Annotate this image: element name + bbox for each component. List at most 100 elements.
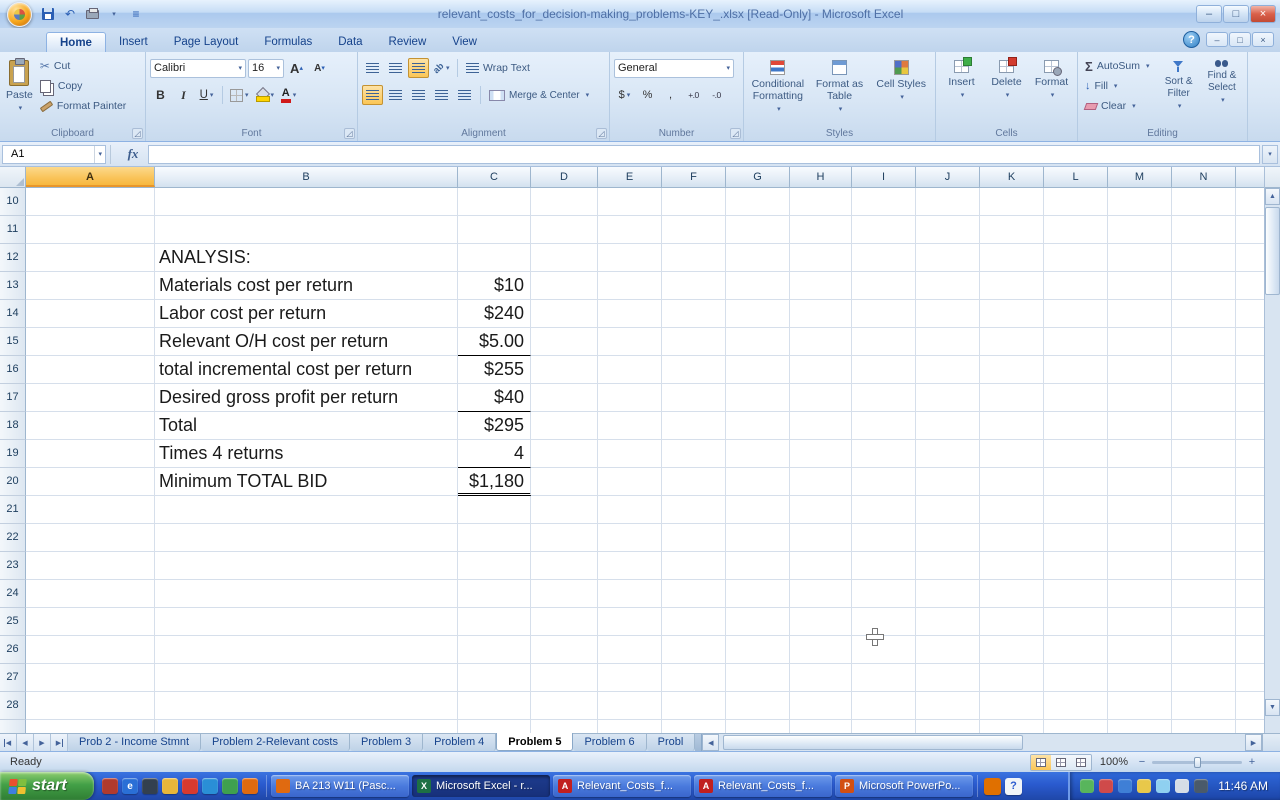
cell-L[interactable] [1044,720,1108,733]
cell-K10[interactable] [980,188,1044,216]
cell-I23[interactable] [852,552,916,580]
cell-J12[interactable] [916,244,980,272]
cell-A26[interactable] [26,636,155,664]
cell-D20[interactable] [531,468,598,496]
fill-button[interactable]: ↓Fill▾ [1082,76,1157,96]
row-header-25[interactable]: 25 [0,608,26,636]
restore-button[interactable]: □ [1223,5,1249,23]
cell-C10[interactable] [458,188,531,216]
ribbon-tab-page-layout[interactable]: Page Layout [161,32,252,52]
cell-A11[interactable] [26,216,155,244]
cell-M14[interactable] [1108,300,1172,328]
vertical-scroll-track[interactable] [1265,205,1280,699]
cell-M17[interactable] [1108,384,1172,412]
cell-B[interactable] [155,720,458,733]
increase-decimal-button[interactable]: +.0 [683,85,704,105]
cell-N24[interactable] [1172,580,1236,608]
cell-G26[interactable] [726,636,790,664]
number-format-select[interactable]: General▾ [614,59,734,78]
page-layout-view-button[interactable] [1051,755,1071,770]
cell-E23[interactable] [598,552,662,580]
cell-F18[interactable] [662,412,726,440]
clipboard-dialog-launcher[interactable]: ◿ [132,128,143,139]
qat-menu-button[interactable]: ≡ [127,5,145,23]
cell-E17[interactable] [598,384,662,412]
alignment-dialog-launcher[interactable]: ◿ [596,128,607,139]
cell-K12[interactable] [980,244,1044,272]
accounting-format-button[interactable]: $▾ [614,85,635,105]
cell-F23[interactable] [662,552,726,580]
cell-D27[interactable] [531,664,598,692]
cell-A12[interactable] [26,244,155,272]
cell-D28[interactable] [531,692,598,720]
cell-B14[interactable]: Labor cost per return [155,300,458,328]
column-header-N[interactable]: N [1172,167,1236,187]
cell-G28[interactable] [726,692,790,720]
cell-I18[interactable] [852,412,916,440]
decrease-indent-button[interactable] [431,85,452,105]
cell-L17[interactable] [1044,384,1108,412]
cell-M28[interactable] [1108,692,1172,720]
top-align-button[interactable] [362,58,383,78]
quick-launch-icon-6[interactable] [202,778,218,794]
cell-L14[interactable] [1044,300,1108,328]
cell-F20[interactable] [662,468,726,496]
zoom-out-button[interactable]: − [1136,756,1148,768]
number-dialog-launcher[interactable]: ◿ [730,128,741,139]
quick-launch-icon-1[interactable] [102,778,118,794]
column-header-I[interactable]: I [852,167,916,187]
grow-font-button[interactable]: A▴ [286,58,307,78]
cell-E25[interactable] [598,608,662,636]
column-header-K[interactable]: K [980,167,1044,187]
cell-F26[interactable] [662,636,726,664]
cell-G15[interactable] [726,328,790,356]
cell-C26[interactable] [458,636,531,664]
cell-G27[interactable] [726,664,790,692]
cell-C20[interactable]: $1,180 [458,468,531,496]
cell-B18[interactable]: Total [155,412,458,440]
cell-D[interactable] [531,720,598,733]
tray-icon-4[interactable] [1137,779,1151,793]
cell-D10[interactable] [531,188,598,216]
zoom-slider-track[interactable] [1152,761,1242,764]
cell-G25[interactable] [726,608,790,636]
cell-L27[interactable] [1044,664,1108,692]
cell-M16[interactable] [1108,356,1172,384]
cell-A27[interactable] [26,664,155,692]
tray-icon-6[interactable] [1175,779,1189,793]
cell-H[interactable] [790,720,852,733]
cell-H24[interactable] [790,580,852,608]
cell-K23[interactable] [980,552,1044,580]
cell-A23[interactable] [26,552,155,580]
cell-F15[interactable] [662,328,726,356]
cell-C27[interactable] [458,664,531,692]
cell-H22[interactable] [790,524,852,552]
font-dialog-launcher[interactable]: ◿ [344,128,355,139]
scroll-left-button[interactable]: ◀ [702,734,719,751]
cell-G11[interactable] [726,216,790,244]
tray-icon-2[interactable] [1099,779,1113,793]
cut-button[interactable]: ✂Cut [37,56,129,76]
cell-C17[interactable]: $40 [458,384,531,412]
cell-L11[interactable] [1044,216,1108,244]
close-button[interactable]: × [1250,5,1276,23]
cell-I14[interactable] [852,300,916,328]
cell-F16[interactable] [662,356,726,384]
cell-I24[interactable] [852,580,916,608]
cell-K17[interactable] [980,384,1044,412]
cell-L25[interactable] [1044,608,1108,636]
cell-I27[interactable] [852,664,916,692]
row-header-28[interactable]: 28 [0,692,26,720]
row-header-17[interactable]: 17 [0,384,26,412]
cell-D23[interactable] [531,552,598,580]
find-select-button[interactable]: Find & Select ▾ [1201,56,1243,122]
delete-cells-button[interactable]: Delete ▾ [985,56,1028,122]
cell-L24[interactable] [1044,580,1108,608]
cell-J25[interactable] [916,608,980,636]
conditional-formatting-button[interactable]: Conditional Formatting ▾ [748,56,808,122]
cell-C18[interactable]: $295 [458,412,531,440]
cell-H19[interactable] [790,440,852,468]
cell-E12[interactable] [598,244,662,272]
cell-D19[interactable] [531,440,598,468]
cell-M25[interactable] [1108,608,1172,636]
